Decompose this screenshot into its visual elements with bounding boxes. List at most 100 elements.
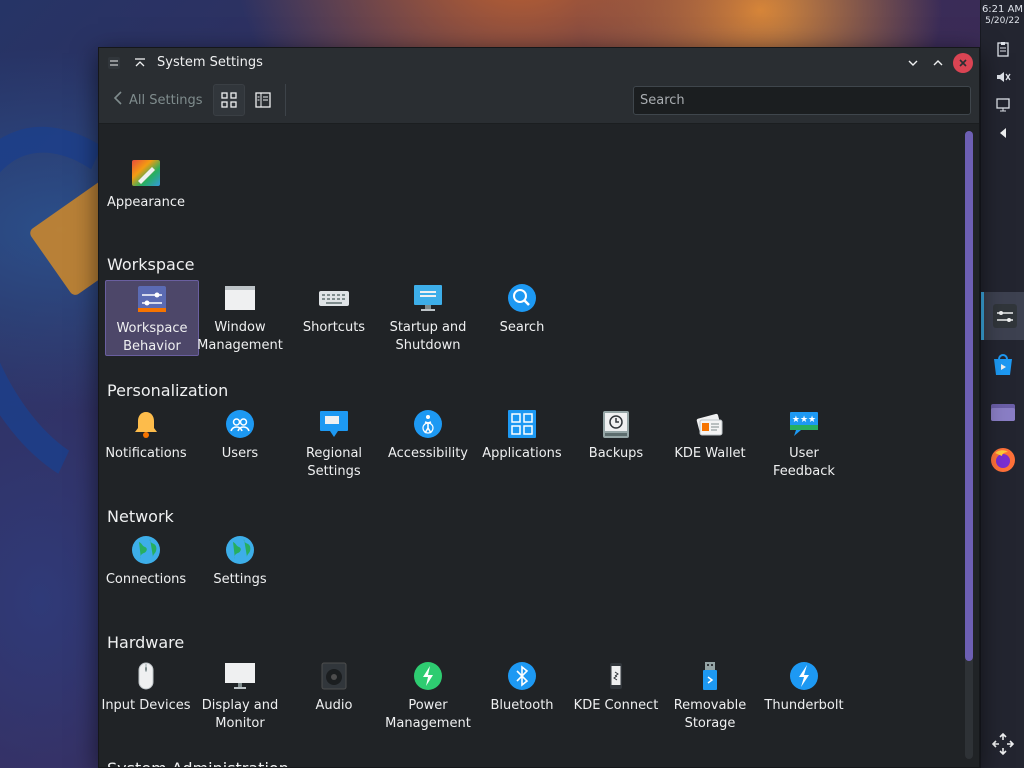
applications-grid-icon	[506, 408, 538, 440]
bell-icon	[130, 408, 162, 440]
sidebar-view-button[interactable]	[247, 84, 279, 116]
tile-accessibility[interactable]: Accessibility	[381, 406, 475, 482]
tile-label: Search	[499, 320, 545, 335]
title-bar[interactable]: System Settings	[99, 48, 979, 77]
tile-notifications[interactable]: Notifications	[99, 406, 193, 482]
back-label: All Settings	[129, 92, 203, 108]
clipboard-icon[interactable]	[981, 35, 1024, 63]
globe-icon	[130, 534, 162, 566]
tile-regional-settings[interactable]: Regional Settings	[287, 406, 381, 482]
tile-removable-storage[interactable]: Removable Storage	[663, 658, 757, 734]
tile-workspace-behavior[interactable]: Workspace Behavior	[105, 280, 199, 356]
tile-search[interactable]: Search	[475, 280, 569, 356]
section-title-network: Network	[107, 507, 174, 526]
tile-appearance[interactable]: Appearance	[99, 155, 193, 231]
tile-label: Thunderbolt	[764, 698, 844, 713]
usb-drive-icon	[694, 660, 726, 692]
tile-users[interactable]: Users	[193, 406, 287, 482]
bluetooth-icon	[506, 660, 538, 692]
tile-label: KDE Wallet	[674, 446, 746, 461]
expand-tray-arrow-icon[interactable]	[981, 119, 1024, 147]
tile-user-feedback[interactable]: ★★★ User Feedback	[757, 406, 851, 482]
tile-label: Window Management	[197, 320, 283, 353]
task-firefox[interactable]	[981, 436, 1024, 484]
svg-text:★★★: ★★★	[792, 415, 816, 425]
icon-view-icon	[220, 92, 237, 108]
startup-monitor-icon	[412, 282, 444, 314]
tile-label: Settings	[213, 572, 267, 587]
tile-audio[interactable]: Audio	[287, 658, 381, 734]
volume-muted-icon[interactable]	[981, 63, 1024, 91]
toolbar: All Settings	[99, 77, 979, 124]
tile-network-settings[interactable]: Settings	[193, 532, 287, 608]
accessibility-icon	[412, 408, 444, 440]
globe-icon	[224, 534, 256, 566]
overview-arrows-icon	[991, 732, 1015, 756]
task-overview[interactable]	[981, 720, 1024, 768]
side-panel: 6:21 AM 5/20/22	[980, 0, 1024, 768]
window-title: System Settings	[157, 55, 263, 70]
tile-label: Accessibility	[388, 446, 468, 461]
close-button[interactable]	[953, 52, 973, 73]
kde-wallet-icon	[694, 408, 726, 440]
tile-label: Input Devices	[101, 698, 191, 713]
tile-label: User Feedback	[773, 446, 835, 479]
window-app-icon[interactable]	[105, 54, 123, 72]
tile-display-and-monitor[interactable]: Display and Monitor	[193, 658, 287, 734]
phone-icon	[600, 660, 632, 692]
tile-backups[interactable]: Backups	[569, 406, 663, 482]
workspace-behavior-icon	[136, 283, 168, 315]
tile-power-management[interactable]: Power Management	[381, 658, 475, 734]
chevron-left-icon	[113, 90, 123, 111]
tile-kde-connect[interactable]: KDE Connect	[569, 658, 663, 734]
section-title-system-administration: System Administration	[107, 759, 289, 767]
tile-kde-wallet[interactable]: KDE Wallet	[663, 406, 757, 482]
power-icon	[412, 660, 444, 692]
tile-label: Bluetooth	[490, 698, 554, 713]
all-settings-back-button[interactable]: All Settings	[113, 90, 203, 111]
settings-content: Appearance Workspace Workspace Behavior …	[99, 125, 979, 767]
network-icon[interactable]	[981, 91, 1024, 119]
tile-label: Appearance	[106, 195, 186, 210]
tile-connections[interactable]: Connections	[99, 532, 193, 608]
regional-settings-icon	[318, 408, 350, 440]
user-feedback-icon: ★★★	[788, 408, 820, 440]
monitor-icon	[224, 660, 256, 692]
vertical-scrollbar[interactable]	[965, 131, 973, 759]
tile-label: Display and Monitor	[201, 698, 279, 731]
search-input[interactable]	[633, 85, 971, 115]
system-settings-icon	[992, 304, 1017, 328]
minimize-button[interactable]	[903, 53, 923, 73]
keyboard-icon	[318, 282, 350, 314]
clock-date: 5/20/22	[985, 16, 1020, 26]
system-settings-window: System Settings All Settings Search Appe…	[98, 47, 980, 768]
keep-above-icon[interactable]	[131, 54, 149, 72]
tile-label: Removable Storage	[673, 698, 747, 731]
section-title-hardware: Hardware	[107, 633, 185, 652]
mouse-icon	[130, 660, 162, 692]
toolbar-separator	[284, 84, 286, 116]
tile-applications[interactable]: Applications	[475, 406, 569, 482]
task-dolphin[interactable]	[981, 388, 1024, 436]
tile-bluetooth[interactable]: Bluetooth	[475, 658, 569, 734]
tile-label: Regional Settings	[305, 446, 363, 479]
tile-window-management[interactable]: Window Management	[193, 280, 287, 356]
tile-input-devices[interactable]: Input Devices	[99, 658, 193, 734]
tile-label: Notifications	[105, 446, 187, 461]
window-management-icon	[224, 282, 256, 314]
section-title-workspace: Workspace	[107, 255, 195, 274]
tile-label: Startup and Shutdown	[389, 320, 467, 353]
tile-startup-and-shutdown[interactable]: Startup and Shutdown	[381, 280, 475, 356]
tile-shortcuts[interactable]: Shortcuts	[287, 280, 381, 356]
task-discover[interactable]	[981, 340, 1024, 388]
tile-label: Connections	[105, 572, 187, 587]
task-system-settings[interactable]	[981, 292, 1024, 340]
scrollbar-thumb[interactable]	[965, 131, 973, 661]
tile-label: Backups	[588, 446, 644, 461]
icon-view-button[interactable]	[212, 84, 245, 116]
tile-label: KDE Connect	[573, 698, 659, 713]
maximize-button[interactable]	[928, 53, 948, 73]
speaker-icon	[318, 660, 350, 692]
tile-thunderbolt[interactable]: Thunderbolt	[757, 658, 851, 734]
digital-clock[interactable]: 6:21 AM 5/20/22	[981, 0, 1024, 27]
